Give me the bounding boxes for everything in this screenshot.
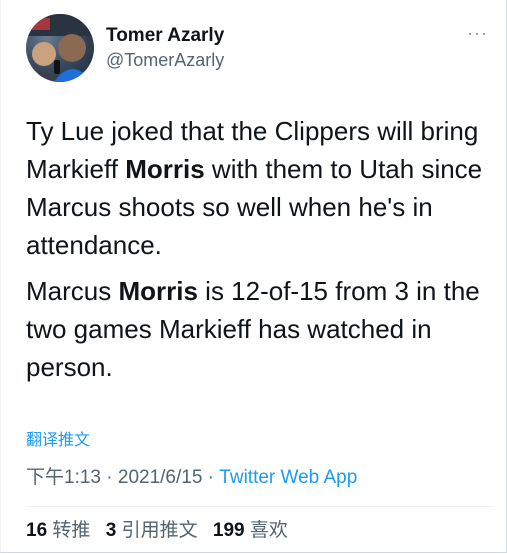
likes-stat[interactable]: 199 喜欢	[213, 520, 288, 541]
tweet-highlight: Morris	[125, 154, 205, 184]
tweet-highlight: Morris	[118, 276, 198, 306]
tweet-text: Ty Lue joked that the Clippers will brin…	[26, 112, 491, 394]
retweets-label: 转推	[52, 520, 91, 541]
quotes-label: 引用推文	[121, 520, 198, 541]
likes-count: 199	[212, 520, 245, 541]
display-name[interactable]: Tomer Azarly	[106, 24, 224, 48]
tweet-card: Tomer Azarly @TomerAzarly ··· Ty Lue jok…	[0, 0, 507, 553]
retweets-count: 16	[26, 520, 48, 541]
tweet-text-segment: Marcus	[26, 276, 119, 306]
tweet-time[interactable]: 下午1:13	[26, 467, 101, 488]
tweet-paragraph-1: Ty Lue joked that the Clippers will brin…	[26, 112, 491, 264]
meta-separator: ·	[100, 467, 118, 488]
meta-separator: ·	[202, 467, 220, 488]
avatar[interactable]	[26, 14, 94, 82]
tweet-date[interactable]: 2021/6/15	[118, 467, 203, 488]
tweet-header: Tomer Azarly @TomerAzarly ···	[26, 14, 496, 84]
likes-label: 喜欢	[249, 520, 288, 541]
retweets-stat[interactable]: 16 转推	[26, 520, 90, 541]
tweet-stats: 16 转推 3 引用推文 199 喜欢	[26, 518, 288, 544]
author-info: Tomer Azarly @TomerAzarly	[106, 24, 224, 72]
user-handle[interactable]: @TomerAzarly	[106, 48, 224, 72]
tweet-paragraph-2: Marcus Morris is 12-of-15 from 3 in the …	[26, 272, 491, 386]
avatar-photo-icon	[26, 14, 94, 82]
translate-tweet-link[interactable]: 翻译推文	[26, 426, 90, 450]
divider	[26, 506, 494, 507]
quotes-count: 3	[105, 520, 117, 541]
more-options-icon[interactable]: ···	[467, 24, 488, 42]
tweet-meta: 下午1:13 · 2021/6/15 · Twitter Web App	[26, 466, 357, 490]
quotes-stat[interactable]: 3 引用推文	[106, 520, 198, 541]
tweet-source-link[interactable]: Twitter Web App	[219, 467, 357, 488]
